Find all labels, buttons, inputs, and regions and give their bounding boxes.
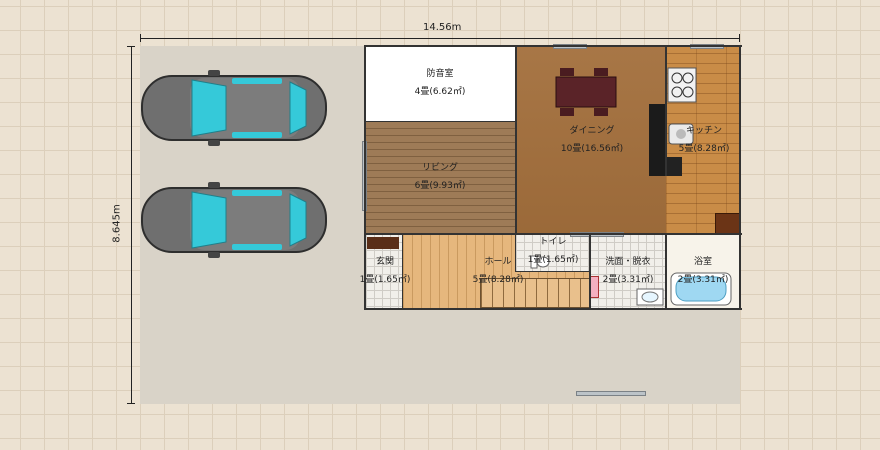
room-name: トイレ: [539, 237, 567, 247]
room-size: 1畳(1.65㎡): [359, 275, 411, 285]
wall: [665, 45, 667, 176]
room-size: 1畳(1.65㎡): [527, 255, 579, 265]
room-name: 浴室: [693, 257, 712, 267]
height-dimension-label: 8.645m: [111, 204, 123, 243]
room-size: 5畳(8.28㎡): [678, 144, 730, 154]
room-name: リビング: [421, 163, 458, 173]
width-dimension-tick-right: [739, 34, 740, 42]
room-label-bath: 浴室 2畳(3.31㎡): [666, 256, 740, 286]
room-size: 6畳(9.93㎡): [414, 181, 466, 191]
room-size: 2畳(3.31㎡): [602, 275, 654, 285]
room-label-dining: ダイニング 10畳(16.56㎡): [550, 125, 634, 155]
wall: [515, 45, 517, 234]
height-dimension-tick-bottom: [127, 403, 135, 404]
room-name: 洗面・脱衣: [605, 257, 651, 267]
wall: [364, 233, 742, 235]
cabinet: [715, 213, 741, 235]
width-dimension-line: [140, 38, 740, 39]
wall: [364, 308, 742, 310]
room-name: キッチン: [685, 126, 722, 136]
wall: [366, 121, 516, 122]
washbasin-icon: [636, 288, 664, 306]
width-dimension-label: 14.56m: [423, 22, 462, 33]
room-label-soundproof: 防音室 4畳(6.62㎡): [400, 68, 480, 98]
height-dimension-line: [131, 46, 132, 404]
car-icon[interactable]: [140, 68, 328, 148]
room-size: 4畳(6.62㎡): [414, 87, 466, 97]
width-dimension-tick-left: [140, 34, 141, 42]
room-label-kitchen: キッチン 5畳(8.28㎡): [672, 125, 736, 155]
dining-table-icon: [555, 68, 617, 116]
room-size: 5畳(8.28㎡): [472, 275, 524, 285]
shoe-cabinet: [367, 237, 399, 249]
room-label-entrance: 玄関 1畳(1.65㎡): [350, 256, 420, 286]
room-label-washroom: 洗面・脱衣 2畳(3.31㎡): [590, 256, 666, 286]
car-icon[interactable]: [140, 180, 328, 260]
height-dimension-tick-top: [127, 46, 135, 47]
stove-icon: [667, 67, 697, 103]
room-name: 防音室: [426, 69, 454, 79]
room-name: 玄関: [375, 257, 394, 267]
kitchen-island: [666, 157, 682, 176]
room-size: 2畳(3.31㎡): [677, 275, 729, 285]
room-name: ダイニング: [569, 126, 615, 136]
room-label-toilet: トイレ 1畳(1.65㎡): [516, 236, 590, 266]
wall: [364, 45, 742, 47]
room-label-living: リビング 6畳(9.93㎡): [400, 162, 480, 192]
room-size: 10畳(16.56㎡): [560, 144, 624, 154]
window-bottom-lot: [576, 391, 646, 396]
